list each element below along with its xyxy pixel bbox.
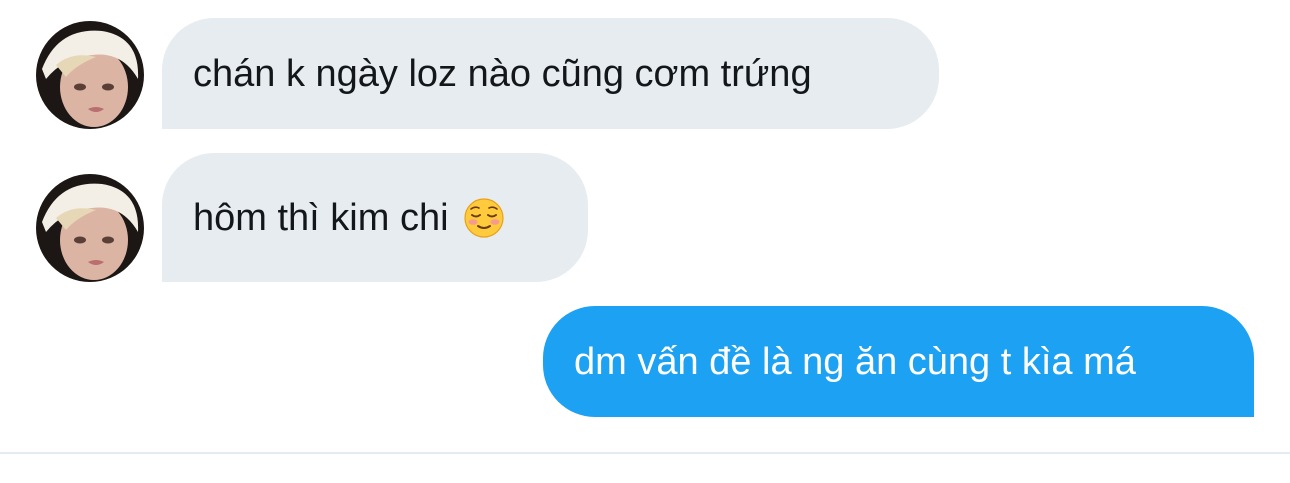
- incoming-message[interactable]: chán k ngày loz nào cũng cơm trứng: [162, 18, 939, 129]
- relieved-face-emoji: [463, 197, 505, 239]
- outgoing-message[interactable]: dm vấn đề là ng ăn cùng t kìa má: [543, 306, 1254, 417]
- sender-avatar[interactable]: [36, 21, 144, 129]
- avatar-photo: [36, 21, 144, 129]
- avatar-photo: [36, 174, 144, 282]
- message-thread: chán k ngày loz nào cũng cơm trứng hôm t…: [0, 0, 1290, 483]
- message-text: chán k ngày loz nào cũng cơm trứng: [193, 52, 812, 95]
- message-text: dm vấn đề là ng ăn cùng t kìa má: [574, 340, 1136, 383]
- message-text: hôm thì kim chi: [193, 196, 449, 239]
- sender-avatar[interactable]: [36, 174, 144, 282]
- divider: [0, 452, 1290, 454]
- incoming-message[interactable]: hôm thì kim chi: [162, 153, 588, 282]
